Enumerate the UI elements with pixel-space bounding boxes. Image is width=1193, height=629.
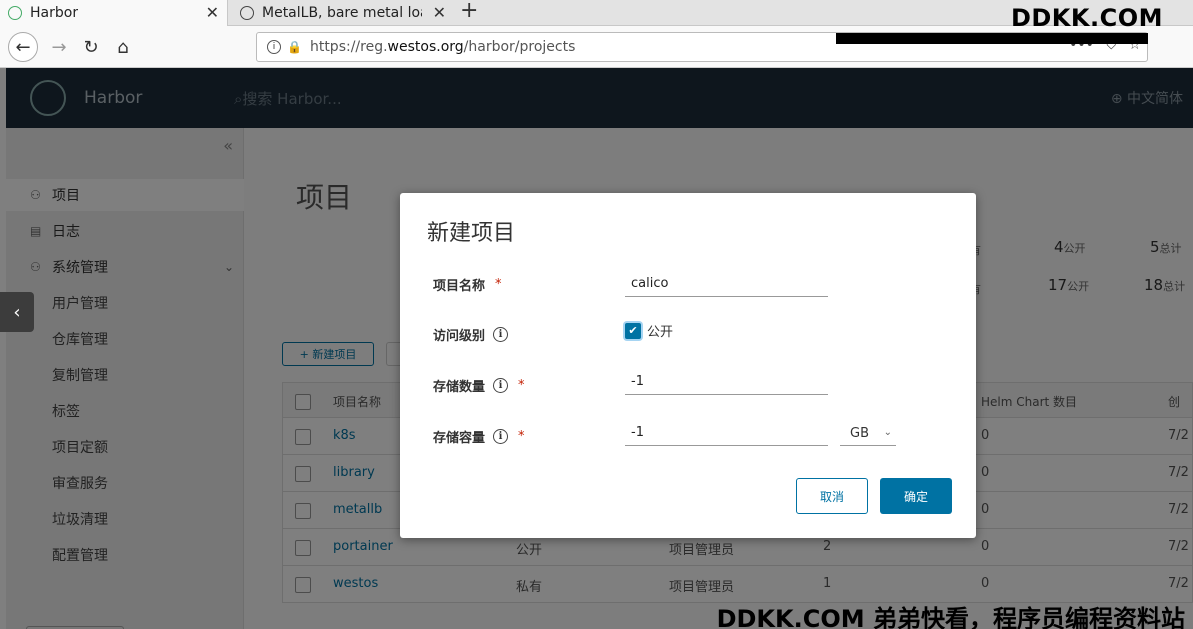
globe-favicon-icon: [240, 6, 254, 20]
site-info-icon[interactable]: i: [267, 40, 281, 54]
storage-capacity-row: 存储容量 i *: [433, 424, 525, 448]
access-level-label: 访问级别: [433, 328, 486, 344]
confirm-button[interactable]: 确定: [880, 478, 952, 514]
info-icon[interactable]: i: [493, 428, 509, 444]
tab-title: MetalLB, bare metal load-: [262, 5, 422, 21]
required-mark: *: [495, 276, 502, 292]
lock-warning-icon[interactable]: 🔒: [287, 40, 302, 54]
required-mark: *: [518, 428, 525, 444]
tab-title: Harbor: [30, 5, 79, 21]
project-name-input[interactable]: [625, 271, 828, 297]
project-name-label: 项目名称: [433, 278, 486, 294]
new-tab-icon[interactable]: +: [460, 0, 478, 23]
storage-count-input[interactable]: [625, 369, 828, 395]
info-icon[interactable]: i: [493, 326, 509, 342]
storage-capacity-label: 存储容量: [433, 430, 486, 446]
public-checkbox-wrap[interactable]: ✔ 公开: [625, 321, 673, 340]
watermark-bottom: DDKK.COM 弟弟快看，程序员编程资料站: [716, 605, 1185, 629]
info-icon[interactable]: i: [493, 377, 509, 393]
storage-count-label: 存储数量: [433, 379, 486, 395]
required-mark: *: [518, 377, 525, 393]
chevron-left-icon[interactable]: ‹: [0, 292, 34, 332]
forward-arrow-icon[interactable]: →: [44, 32, 74, 62]
public-label: 公开: [647, 325, 674, 340]
close-tab-icon[interactable]: ✕: [433, 3, 446, 22]
storage-capacity-input[interactable]: [625, 420, 828, 446]
capacity-unit-select[interactable]: GB ⌄: [840, 422, 896, 446]
access-level-row: 访问级别 i: [433, 322, 509, 346]
unit-value: GB: [850, 426, 869, 441]
storage-count-row: 存储数量 i *: [433, 373, 525, 397]
reload-icon[interactable]: ↻: [76, 32, 106, 62]
cancel-button[interactable]: 取消: [796, 478, 868, 514]
chevron-down-icon: ⌄: [883, 427, 892, 438]
browser-tab-harbor[interactable]: Harbor ✕: [0, 0, 228, 26]
watermark-top: DDKK.COM: [1010, 4, 1163, 32]
home-icon[interactable]: ⌂: [108, 32, 138, 62]
public-checkbox[interactable]: ✔: [625, 322, 641, 339]
project-name-row: 项目名称 *: [433, 272, 502, 296]
harbor-favicon-icon: [8, 6, 22, 20]
browser-tab-metallb[interactable]: MetalLB, bare metal load- ✕: [232, 0, 454, 26]
redaction-bar: [836, 33, 1148, 44]
dialog-title: 新建项目: [427, 221, 516, 246]
new-project-dialog: 新建项目 项目名称 * 访问级别 i ✔ 公开 存储数量 i * 存储容量 i …: [400, 193, 976, 538]
close-tab-icon[interactable]: ✕: [206, 3, 219, 22]
url-text: https://reg.westos.org/harbor/projects: [309, 39, 576, 55]
back-arrow-icon[interactable]: ←: [8, 32, 38, 62]
